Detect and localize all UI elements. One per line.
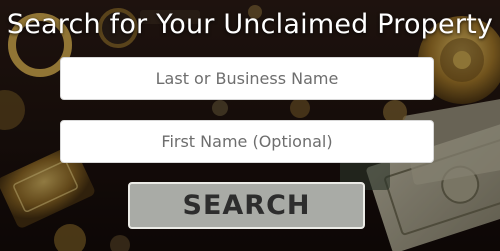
last-or-business-name-input[interactable] [60,57,434,100]
page-title: Search for Your Unclaimed Property [6,9,494,40]
search-widget: Search for Your Unclaimed Property SEARC… [0,0,500,251]
search-button[interactable]: SEARCH [128,182,365,229]
first-name-input[interactable] [60,120,434,163]
